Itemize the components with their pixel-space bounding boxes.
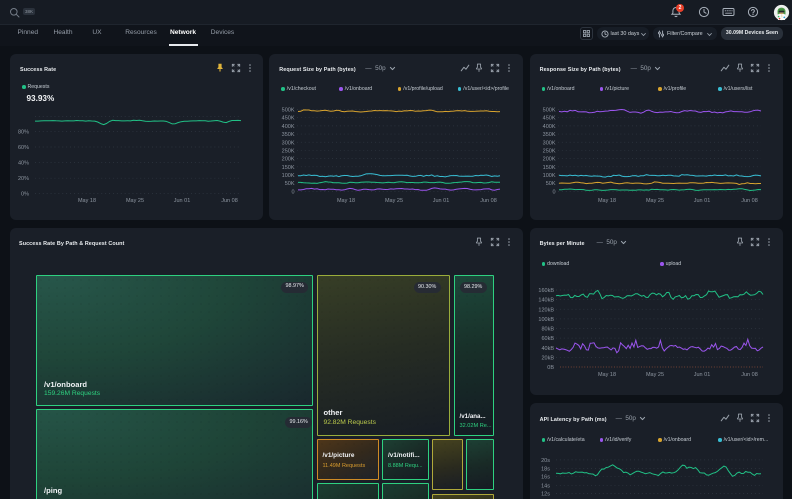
svg-text:60%: 60% [18, 145, 29, 151]
svg-text:Jun 01: Jun 01 [433, 198, 450, 204]
svg-text:250K: 250K [542, 148, 555, 154]
svg-text:0B: 0B [547, 365, 554, 371]
svg-text:0: 0 [292, 189, 295, 195]
svg-text:Jun 08: Jun 08 [221, 198, 238, 204]
svg-text:May 18: May 18 [598, 198, 616, 204]
svg-text:80kB: 80kB [541, 327, 554, 333]
svg-text:100K: 100K [282, 173, 295, 179]
svg-text:500K: 500K [282, 108, 295, 114]
svg-text:450K: 450K [542, 116, 555, 122]
svg-text:0%: 0% [21, 192, 29, 198]
svg-text:May 18: May 18 [78, 198, 96, 204]
svg-text:450K: 450K [282, 116, 295, 122]
svg-text:20s: 20s [541, 458, 550, 464]
svg-text:50K: 50K [545, 181, 555, 187]
svg-text:160kB: 160kB [538, 288, 554, 294]
svg-text:100K: 100K [542, 173, 555, 179]
svg-text:12s: 12s [541, 492, 550, 498]
svg-text:May 25: May 25 [646, 372, 664, 378]
svg-text:40%: 40% [18, 160, 29, 166]
svg-text:May 18: May 18 [337, 198, 355, 204]
svg-text:150K: 150K [282, 165, 295, 171]
svg-text:400K: 400K [282, 124, 295, 130]
svg-text:0: 0 [552, 189, 555, 195]
svg-text:Jun 08: Jun 08 [481, 198, 498, 204]
svg-text:40kB: 40kB [541, 346, 554, 352]
svg-text:350K: 350K [542, 132, 555, 138]
svg-text:80%: 80% [18, 130, 29, 136]
svg-text:May 25: May 25 [646, 198, 664, 204]
svg-text:18s: 18s [541, 467, 550, 473]
svg-text:120kB: 120kB [538, 307, 554, 313]
svg-text:Jun 01: Jun 01 [174, 198, 191, 204]
svg-text:50K: 50K [285, 181, 295, 187]
svg-text:May 18: May 18 [598, 372, 616, 378]
svg-text:20kB: 20kB [541, 355, 554, 361]
svg-text:May 25: May 25 [385, 198, 403, 204]
svg-text:60kB: 60kB [541, 336, 554, 342]
svg-text:May 25: May 25 [126, 198, 144, 204]
svg-text:350K: 350K [282, 132, 295, 138]
svg-text:Jun 08: Jun 08 [741, 372, 758, 378]
svg-text:400K: 400K [542, 124, 555, 130]
svg-text:20%: 20% [18, 176, 29, 182]
svg-text:300K: 300K [282, 140, 295, 146]
svg-text:16s: 16s [541, 475, 550, 481]
svg-text:200K: 200K [542, 157, 555, 163]
svg-text:200K: 200K [282, 157, 295, 163]
svg-text:14s: 14s [541, 483, 550, 489]
svg-text:250K: 250K [282, 148, 295, 154]
svg-text:140kB: 140kB [538, 298, 554, 304]
svg-text:Jun 08: Jun 08 [741, 198, 758, 204]
svg-text:Jun 01: Jun 01 [693, 372, 710, 378]
svg-text:150K: 150K [542, 165, 555, 171]
svg-text:500K: 500K [542, 108, 555, 114]
svg-text:100kB: 100kB [538, 317, 554, 323]
svg-text:300K: 300K [542, 140, 555, 146]
svg-text:Jun 01: Jun 01 [693, 198, 710, 204]
